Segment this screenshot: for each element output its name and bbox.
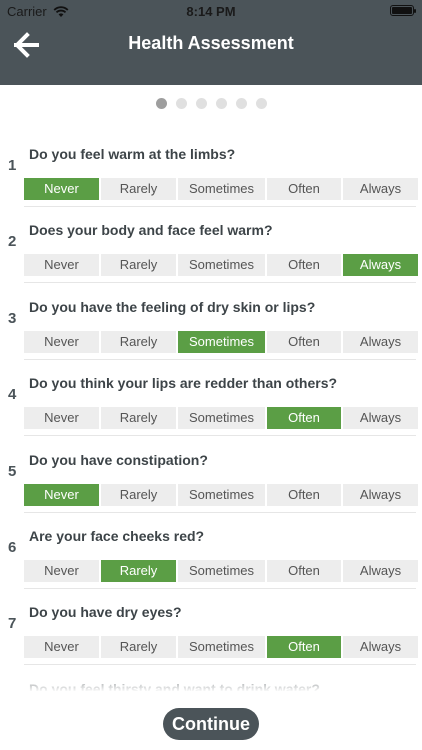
question-number: 4 xyxy=(8,386,17,404)
option-often-button[interactable]: Often xyxy=(267,330,341,353)
app-header: Carrier 8:14 PM Health Assessment xyxy=(0,0,422,85)
option-sometimes-button[interactable]: Sometimes xyxy=(178,330,265,353)
question-text: Do you feel thirsty and want to drink wa… xyxy=(29,680,320,691)
option-group: Never Rarely Sometimes Often Always xyxy=(24,636,418,659)
option-sometimes-button[interactable]: Sometimes xyxy=(178,483,265,506)
option-rarely-button[interactable]: Rarely xyxy=(101,636,176,659)
page-dot-2[interactable] xyxy=(175,98,187,109)
option-rarely-button[interactable]: Rarely xyxy=(101,559,176,582)
question-item: 4 Do you think your lips are redder than … xyxy=(0,360,422,437)
option-always-button[interactable]: Always xyxy=(343,559,418,582)
question-text: Does your body and face feel warm? xyxy=(29,222,273,239)
status-bar: Carrier 8:14 PM xyxy=(0,0,422,22)
option-often-button[interactable]: Often xyxy=(267,559,341,582)
question-number: 3 xyxy=(8,309,17,327)
option-always-button[interactable]: Always xyxy=(343,407,418,430)
option-often-button[interactable]: Often xyxy=(267,254,341,277)
page-title: Health Assessment xyxy=(128,33,294,53)
page-dot-4[interactable] xyxy=(215,98,227,109)
option-sometimes-button[interactable]: Sometimes xyxy=(178,636,265,659)
option-sometimes-button[interactable]: Sometimes xyxy=(178,407,265,430)
question-item: 7 Do you have dry eyes? Never Rarely Sometim… xyxy=(0,589,422,666)
question-number: 2 xyxy=(8,233,17,251)
option-group: Never Rarely Sometimes Often Always xyxy=(24,483,418,506)
battery-icon xyxy=(390,5,416,16)
option-never-button[interactable]: Never xyxy=(24,254,99,277)
page-indicator xyxy=(0,98,422,109)
question-item: 8Do you feel thirsty and want to drink w… xyxy=(0,666,422,691)
question-number: 1 xyxy=(8,157,17,174)
option-sometimes-button[interactable]: Sometimes xyxy=(178,559,265,582)
question-text: Do you have the feeling of dry skin or l… xyxy=(29,298,316,315)
page-dot-5[interactable] xyxy=(235,98,247,109)
page-dot-1[interactable] xyxy=(155,98,167,109)
option-rarely-button[interactable]: Rarely xyxy=(101,178,176,200)
option-sometimes-button[interactable]: Sometimes xyxy=(178,178,265,200)
option-group: Never Rarely Sometimes Often Always xyxy=(24,559,418,582)
option-often-button[interactable]: Often xyxy=(267,178,341,200)
page-dot-6[interactable] xyxy=(255,98,267,109)
question-text: Do you have dry eyes? xyxy=(29,604,182,621)
option-always-button[interactable]: Always xyxy=(343,254,418,277)
option-group: Never Rarely Sometimes Often Always xyxy=(24,407,418,430)
option-sometimes-button[interactable]: Sometimes xyxy=(178,254,265,277)
option-rarely-button[interactable]: Rarely xyxy=(101,407,176,430)
option-rarely-button[interactable]: Rarely xyxy=(101,330,176,353)
option-never-button[interactable]: Never xyxy=(24,178,99,200)
option-always-button[interactable]: Always xyxy=(343,483,418,506)
question-list[interactable]: 1 Do you feel warm at the limbs? Never Rare… xyxy=(0,131,422,691)
option-never-button[interactable]: Never xyxy=(24,483,99,506)
question-number: 7 xyxy=(8,615,17,633)
option-always-button[interactable]: Always xyxy=(343,330,418,353)
question-item: 5 Do you have constipation? Never Rarely Som… xyxy=(0,437,422,513)
question-item: 3 Do you have the feeling of dry skin or … xyxy=(0,284,422,360)
question-item: 1 Do you feel warm at the limbs? Never Rare… xyxy=(0,131,422,207)
option-rarely-button[interactable]: Rarely xyxy=(101,254,176,277)
question-item: 6 Are your face cheeks red? Never Rarely Som… xyxy=(0,513,422,589)
question-number: 5 xyxy=(8,462,17,480)
option-rarely-button[interactable]: Rarely xyxy=(101,483,176,506)
option-often-button[interactable]: Often xyxy=(267,636,341,659)
option-never-button[interactable]: Never xyxy=(24,330,99,353)
question-text: Are your face cheeks red? xyxy=(29,527,205,544)
question-text: Do you feel warm at the limbs? xyxy=(29,146,236,162)
option-never-button[interactable]: Never xyxy=(24,559,99,582)
option-group: Never Rarely Sometimes Often Always xyxy=(24,330,418,353)
option-never-button[interactable]: Never xyxy=(24,636,99,659)
option-group: Never Rarely Sometimes Often Always xyxy=(24,178,418,200)
option-never-button[interactable]: Never xyxy=(24,407,99,430)
option-always-button[interactable]: Always xyxy=(343,178,418,200)
question-number: 6 xyxy=(8,538,17,556)
continue-button[interactable]: Continue xyxy=(163,708,259,740)
option-always-button[interactable]: Always xyxy=(343,636,418,659)
question-text: Do you think your lips are redder than o… xyxy=(29,375,338,392)
option-often-button[interactable]: Often xyxy=(267,483,341,506)
status-time: 8:14 PM xyxy=(186,4,236,19)
question-item: 2 Does your body and face feel warm? Never… xyxy=(0,207,422,284)
option-often-button[interactable]: Often xyxy=(267,407,341,430)
option-group: Never Rarely Sometimes Often Always xyxy=(24,254,418,277)
question-text: Do you have constipation? xyxy=(29,451,208,468)
page-dot-3[interactable] xyxy=(195,98,207,109)
